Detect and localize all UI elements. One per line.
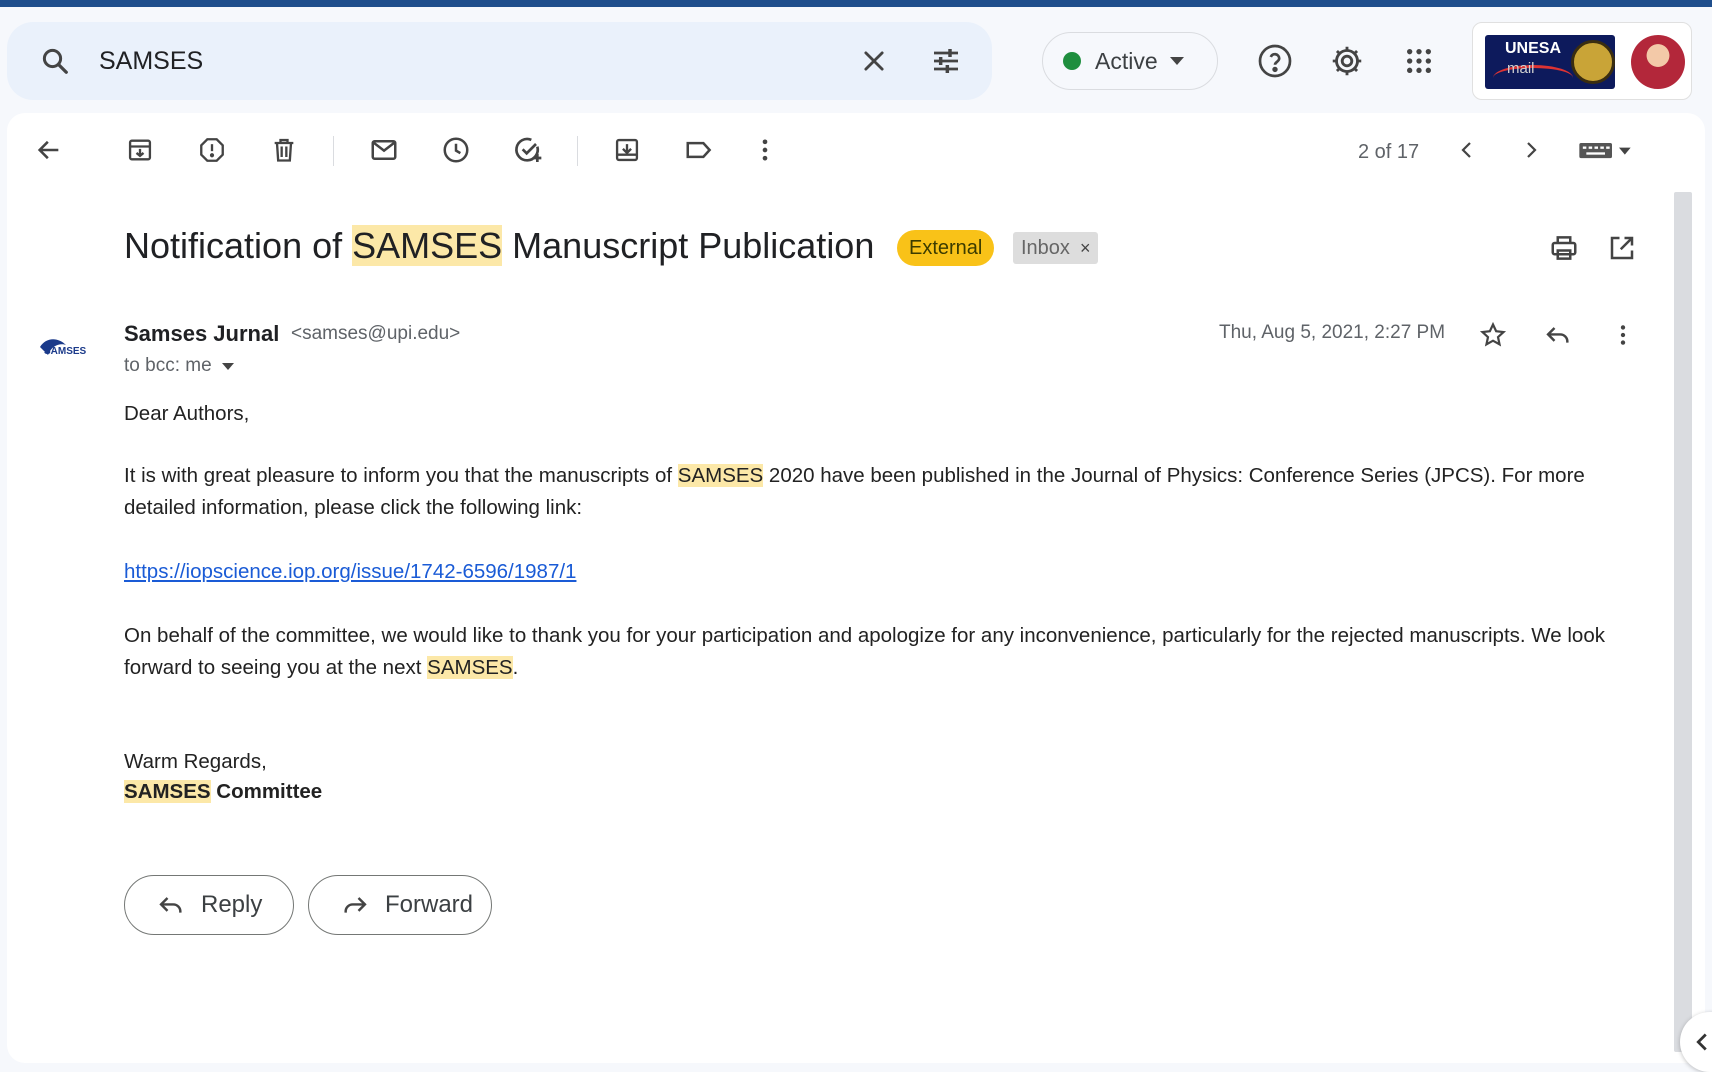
sender-email: <samses@upi.edu> <box>291 323 461 344</box>
mark-unread-icon[interactable] <box>362 128 406 172</box>
remove-label-icon[interactable]: × <box>1080 238 1091 259</box>
open-new-window-icon[interactable] <box>1600 226 1644 270</box>
recipients-text: to bcc: me <box>124 355 212 376</box>
paragraph-1: It is with great pleasure to inform you … <box>124 464 1585 519</box>
report-spam-icon[interactable] <box>190 128 234 172</box>
star-icon[interactable] <box>1471 313 1515 357</box>
chevron-down-icon <box>1169 57 1184 65</box>
chevron-down-icon <box>221 362 234 370</box>
add-to-tasks-icon[interactable] <box>506 128 550 172</box>
search-highlight: SAMSES <box>427 656 513 679</box>
pagination-count: 2 of 17 <box>1358 141 1420 163</box>
greeting: Dear Authors, <box>124 402 250 425</box>
scrollbar[interactable] <box>1674 192 1692 1052</box>
more-options-icon[interactable] <box>743 128 787 172</box>
search-bar <box>7 22 992 100</box>
search-highlight: SAMSES <box>124 780 211 803</box>
sender-logo: SAMSES <box>38 333 92 365</box>
input-tools-keyboard-icon[interactable] <box>1573 128 1637 172</box>
account-switcher[interactable]: UNESA mail <box>1472 22 1692 100</box>
jpcs-issue-link[interactable]: https://iopscience.iop.org/issue/1742-65… <box>124 560 576 583</box>
search-highlight: SAMSES <box>677 464 764 487</box>
svg-text:SAMSES: SAMSES <box>44 346 87 357</box>
message-more-options-icon[interactable] <box>1601 313 1645 357</box>
inbox-label-text: Inbox <box>1021 236 1070 259</box>
closing: Warm Regards, <box>124 750 267 773</box>
move-to-icon[interactable] <box>605 128 649 172</box>
toolbar-divider <box>577 136 578 166</box>
status-label: Active <box>1095 47 1158 74</box>
reply-arrow-icon[interactable] <box>1536 313 1580 357</box>
search-icon[interactable] <box>27 33 83 89</box>
apps-grid-icon[interactable] <box>1394 36 1444 86</box>
paragraph-2: On behalf of the committee, we would lik… <box>124 624 1605 679</box>
status-dropdown[interactable]: Active <box>1042 32 1218 90</box>
reply-button-label: Reply <box>201 891 263 918</box>
top-accent-bar <box>0 0 1712 7</box>
signature: SAMSES Committee <box>124 780 323 803</box>
clear-search-icon[interactable] <box>846 33 902 89</box>
forward-icon <box>344 897 367 913</box>
recipients-details-toggle[interactable]: to bcc: me <box>124 355 234 377</box>
help-icon[interactable] <box>1250 36 1300 86</box>
search-input[interactable] <box>99 37 846 85</box>
delete-trash-icon[interactable] <box>262 128 306 172</box>
newer-chevron-left-icon[interactable] <box>1445 128 1489 172</box>
email-date: Thu, Aug 5, 2021, 2:27 PM <box>1219 322 1446 343</box>
reply-button[interactable]: Reply <box>124 875 294 935</box>
search-highlight: SAMSES <box>352 225 503 266</box>
inbox-label-chip: Inbox × <box>1013 232 1099 264</box>
print-icon[interactable] <box>1542 226 1586 270</box>
snooze-clock-icon[interactable] <box>434 128 478 172</box>
external-label-badge: External <box>897 230 995 266</box>
older-chevron-right-icon[interactable] <box>1509 128 1553 172</box>
label-tag-icon[interactable] <box>677 128 721 172</box>
forward-button-label: Forward <box>385 891 474 918</box>
email-subject: Notification of SAMSES Manuscript Public… <box>124 225 875 266</box>
forward-button[interactable]: Forward <box>308 875 492 935</box>
status-dot-icon <box>1063 52 1081 70</box>
sender-name[interactable]: Samses Jurnal <box>124 321 279 347</box>
search-options-icon[interactable] <box>918 33 974 89</box>
back-arrow-icon[interactable] <box>27 128 71 172</box>
settings-gear-icon[interactable] <box>1322 36 1372 86</box>
user-avatar[interactable] <box>1631 35 1685 89</box>
link-paragraph: https://iopscience.iop.org/issue/1742-65… <box>124 556 576 588</box>
archive-icon[interactable] <box>118 128 162 172</box>
reply-icon <box>159 897 182 913</box>
organization-logo: UNESA mail <box>1485 35 1615 89</box>
toolbar-divider <box>333 136 334 166</box>
